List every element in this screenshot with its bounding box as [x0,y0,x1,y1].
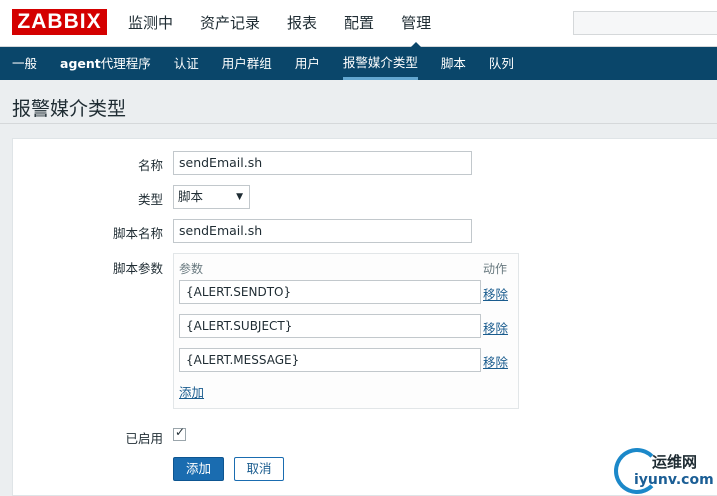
remove-param-link[interactable]: 移除 [483,352,508,371]
script-name-field[interactable]: sendEmail.sh [173,219,472,243]
type-label: 类型 [137,192,163,207]
type-select[interactable]: 脚本 ▼ [173,185,250,209]
subnav-queue[interactable]: 队列 [489,47,514,80]
subnav-general[interactable]: 一般 [12,47,37,80]
param-input-subject[interactable]: {ALERT.SUBJECT} [179,314,481,338]
cancel-button[interactable]: 取消 [234,457,284,481]
label-column: 名称 类型 脚本名称 脚本参数 已启用 [13,139,163,495]
top-header: ZABBIX 监测中 资产记录 报表 配置 管理 [0,0,717,48]
media-type-form: 名称 类型 脚本名称 脚本参数 已启用 sendEmail.sh 脚本 ▼ se… [12,138,717,496]
nav-configuration[interactable]: 配置 [344,0,374,47]
nav-inventory[interactable]: 资产记录 [200,0,260,47]
add-param-link[interactable]: 添加 [179,382,204,401]
param-input-sendto[interactable]: {ALERT.SENDTO} [179,280,481,304]
subnav-proxies-label: 代理程序 [100,56,151,71]
watermark-line2: iyunv.com [634,472,714,488]
title-bar: 报警媒介类型 [0,80,717,124]
subnav-proxies[interactable]: agent代理程序 [60,47,151,80]
params-header: 参数 [179,262,204,276]
nav-administration[interactable]: 管理 [401,0,431,48]
main-nav: 监测中 资产记录 报表 配置 管理 [128,0,458,48]
enabled-checkbox[interactable]: ✓ [173,425,186,441]
param-input-message[interactable]: {ALERT.MESSAGE} [179,348,481,372]
name-field[interactable]: sendEmail.sh [173,151,472,175]
chevron-down-icon: ▼ [236,192,243,202]
script-params-label: 脚本参数 [112,261,163,276]
subnav-user-groups[interactable]: 用户群组 [222,47,272,80]
subnav-media-types[interactable]: 报警媒介类型 [342,47,418,80]
nav-reports[interactable]: 报表 [287,0,317,47]
name-label: 名称 [137,158,163,173]
search-input[interactable] [573,11,717,35]
nav-monitoring[interactable]: 监测中 [128,0,173,47]
subnav-proxies-strong: agent [60,56,101,71]
watermark-line1: 运维网 [652,453,698,471]
zabbix-logo[interactable]: ZABBIX [12,9,107,35]
check-icon: ✓ [175,425,186,439]
subnav-users[interactable]: 用户 [295,47,320,80]
enabled-label: 已启用 [125,431,163,446]
watermark-logo: 运维网 iyunv.com [612,446,717,496]
script-params-table: 参数 动作 {ALERT.SENDTO} 移除 {ALERT.SUBJECT} … [173,253,519,409]
remove-param-link[interactable]: 移除 [483,284,508,303]
page-title: 报警媒介类型 [12,98,127,120]
script-name-label: 脚本名称 [112,226,163,241]
type-select-value: 脚本 [178,189,204,204]
subnav-authentication[interactable]: 认证 [174,47,199,80]
sub-nav: 一般 agent代理程序 认证 用户群组 用户 报警媒介类型 脚本 队列 [0,47,717,80]
remove-param-link[interactable]: 移除 [483,318,508,337]
subnav-scripts[interactable]: 脚本 [441,47,466,80]
action-header: 动作 [483,262,508,276]
add-button[interactable]: 添加 [173,457,224,481]
